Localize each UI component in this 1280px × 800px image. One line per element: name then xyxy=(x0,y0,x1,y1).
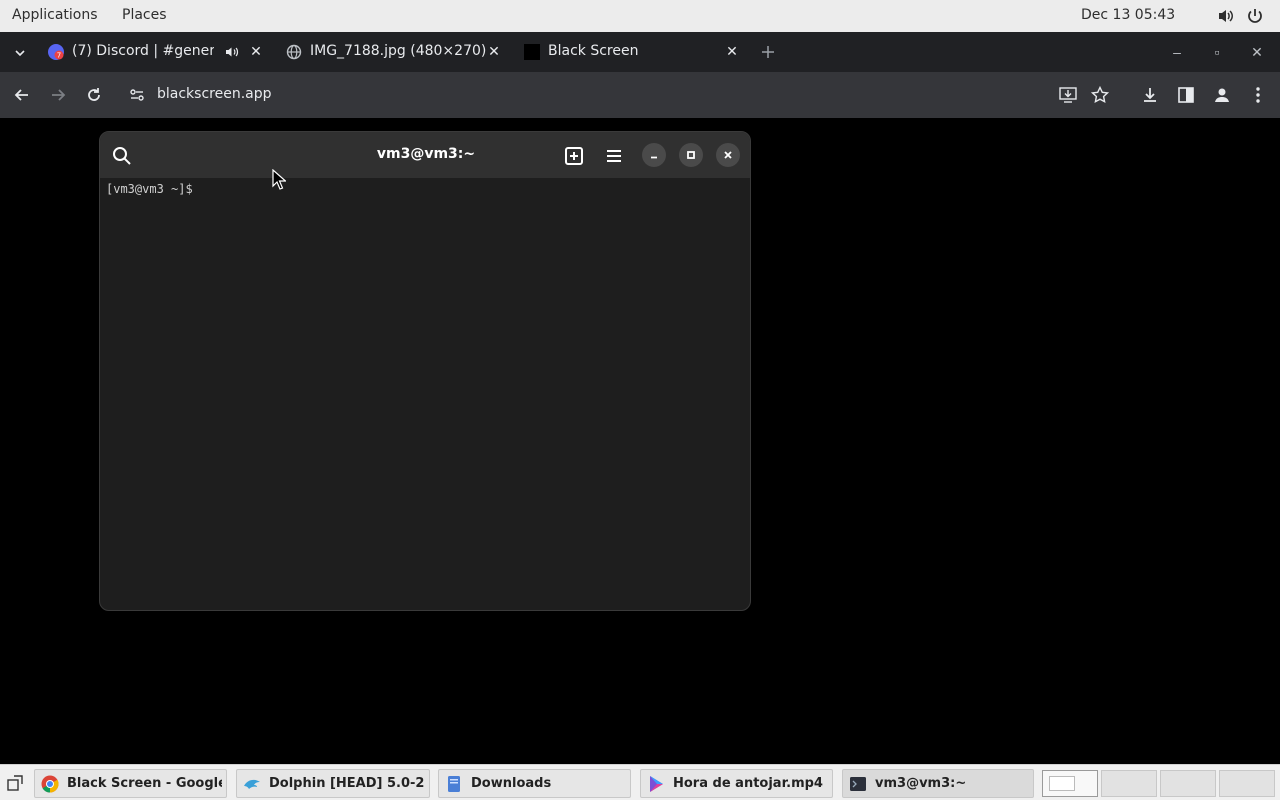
menu-kebab-icon[interactable] xyxy=(1248,85,1268,105)
install-app-icon[interactable] xyxy=(1058,85,1078,105)
forward-icon[interactable] xyxy=(48,85,68,105)
terminal-header[interactable]: vm3@vm3:~ xyxy=(100,132,750,178)
maximize-button[interactable] xyxy=(679,143,703,167)
folder-icon xyxy=(448,776,460,792)
discord-icon: 7 xyxy=(48,44,64,60)
taskbar-item-label: Black Screen - Google ... xyxy=(67,776,222,791)
minimize-icon xyxy=(651,156,657,159)
taskbar-item-terminal[interactable]: vm3@vm3:~ xyxy=(842,769,1034,798)
close-icon xyxy=(724,151,732,159)
taskbar-item-label: Hora de antojar.mp4 xyxy=(673,776,823,791)
clock[interactable]: Dec 13 05:43 xyxy=(1081,7,1175,23)
tab-close-button[interactable]: ✕ xyxy=(246,42,266,62)
taskbar-item-media-player[interactable]: Hora de antojar.mp4 xyxy=(640,769,833,798)
tab-black-screen[interactable]: Black Screen ✕ xyxy=(524,32,746,72)
taskbar: Black Screen - Google ... Dolphin [HEAD]… xyxy=(0,764,1280,800)
taskbar-item-chrome[interactable]: Black Screen - Google ... xyxy=(34,769,227,798)
profile-icon[interactable] xyxy=(1212,85,1232,105)
back-icon[interactable] xyxy=(12,85,32,105)
reload-icon[interactable] xyxy=(84,85,104,105)
audio-playing-icon[interactable] xyxy=(224,44,240,60)
taskbar-item-label: vm3@vm3:~ xyxy=(875,776,967,791)
power-icon[interactable] xyxy=(1246,7,1264,25)
taskbar-item-downloads[interactable]: Downloads xyxy=(438,769,631,798)
chrome-icon xyxy=(41,775,59,793)
media-player-icon xyxy=(650,776,663,792)
browser-toolbar: blackscreen.app xyxy=(0,72,1280,118)
taskbar-item-label: Dolphin [HEAD] 5.0-2... xyxy=(269,776,425,791)
terminal-icon xyxy=(850,777,866,791)
taskbar-item-label: Downloads xyxy=(471,776,552,791)
globe-icon xyxy=(286,44,302,60)
volume-icon[interactable] xyxy=(1217,7,1235,25)
terminal-output[interactable]: [vm3@vm3 ~]$ xyxy=(106,182,193,196)
minimize-button[interactable] xyxy=(642,143,666,167)
workspace-4[interactable] xyxy=(1219,770,1275,797)
show-desktop-icon[interactable] xyxy=(6,774,24,792)
bookmark-star-icon[interactable] xyxy=(1090,85,1110,105)
workspace-window-preview xyxy=(1049,776,1075,791)
dolphin-icon xyxy=(244,779,260,789)
address-bar[interactable]: blackscreen.app xyxy=(157,86,272,102)
new-tab-icon[interactable] xyxy=(562,144,586,168)
minimize-button[interactable]: – xyxy=(1167,42,1187,62)
places-menu[interactable]: Places xyxy=(122,7,167,23)
terminal-window[interactable]: vm3@vm3:~ [vm3@vm3 ~]$ xyxy=(99,131,751,611)
black-square-icon xyxy=(524,44,540,60)
workspace-3[interactable] xyxy=(1160,770,1216,797)
close-window-button[interactable]: ✕ xyxy=(1247,42,1267,62)
tab-close-button[interactable]: ✕ xyxy=(484,42,504,62)
tab-close-button[interactable]: ✕ xyxy=(722,42,742,62)
tab-strip: 7 (7) Discord | #general ✕ IMG_7188.jpg … xyxy=(0,32,1280,72)
tab-title: (7) Discord | #general xyxy=(72,43,214,59)
taskbar-item-dolphin[interactable]: Dolphin [HEAD] 5.0-2... xyxy=(236,769,430,798)
workspace-1[interactable] xyxy=(1042,770,1098,797)
shell-prompt: [vm3@vm3 ~]$ xyxy=(106,182,193,196)
tab-discord[interactable]: 7 (7) Discord | #general ✕ xyxy=(48,32,270,72)
applications-menu[interactable]: Applications xyxy=(12,7,98,23)
mouse-pointer-icon xyxy=(272,169,286,190)
downloads-icon[interactable] xyxy=(1140,85,1160,105)
new-tab-icon[interactable] xyxy=(760,44,776,60)
svg-text:7: 7 xyxy=(57,52,61,60)
workspace-2[interactable] xyxy=(1101,770,1157,797)
top-bar: Applications Places Dec 13 05:43 xyxy=(0,0,1280,32)
tab-search-chevron-icon[interactable] xyxy=(12,45,28,61)
side-panel-icon[interactable] xyxy=(1176,85,1196,105)
tab-image[interactable]: IMG_7188.jpg (480×270) ✕ xyxy=(286,32,506,72)
maximize-button[interactable]: ▫ xyxy=(1207,42,1227,62)
tab-title: Black Screen xyxy=(548,43,639,59)
tab-title: IMG_7188.jpg (480×270) xyxy=(310,43,486,59)
maximize-icon xyxy=(687,151,695,159)
hamburger-menu-icon[interactable] xyxy=(602,144,626,168)
close-button[interactable] xyxy=(716,143,740,167)
site-info-icon[interactable] xyxy=(127,85,147,105)
